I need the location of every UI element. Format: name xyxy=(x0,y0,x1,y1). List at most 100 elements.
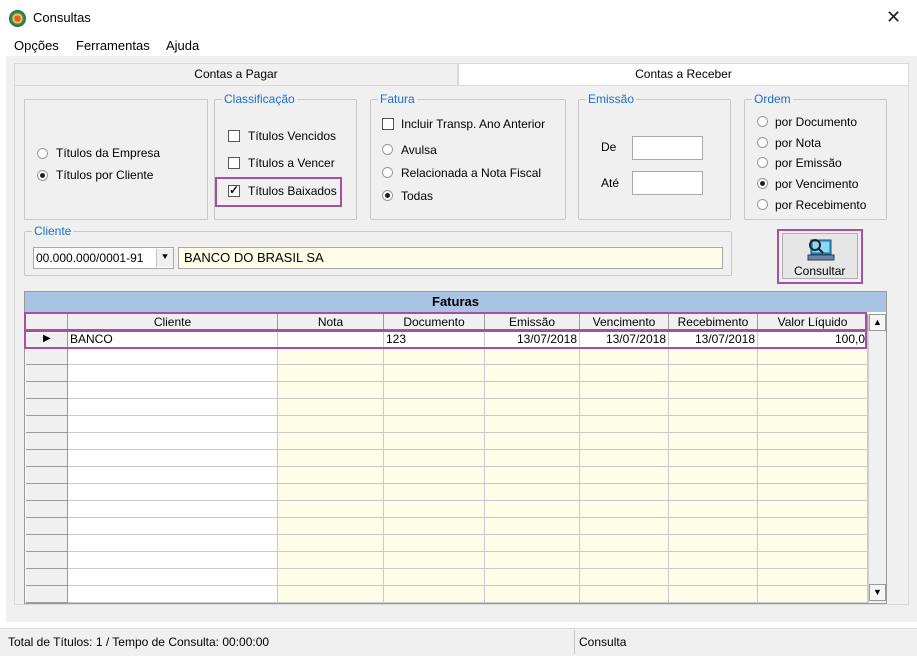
grid-cell-empty[interactable] xyxy=(384,535,485,552)
dropdown-arrow-icon[interactable]: ⯆ xyxy=(156,249,173,267)
emissao-de-input[interactable] xyxy=(632,136,703,160)
checkbox-titulos-baixados[interactable] xyxy=(228,183,240,197)
row-indicator-empty[interactable] xyxy=(26,501,68,518)
grid-cell-empty[interactable] xyxy=(580,569,669,586)
grid-cell-empty[interactable] xyxy=(68,552,278,569)
grid-cell-empty[interactable] xyxy=(669,433,758,450)
grid-cell-empty[interactable] xyxy=(580,501,669,518)
row-indicator-empty[interactable] xyxy=(26,348,68,365)
grid-cell-empty[interactable] xyxy=(278,552,384,569)
grid-cell-empty[interactable] xyxy=(384,450,485,467)
grid-cell-empty[interactable] xyxy=(580,467,669,484)
grid-cell-empty[interactable] xyxy=(580,382,669,399)
grid-cell-empty[interactable] xyxy=(384,467,485,484)
grid-cell-empty[interactable] xyxy=(68,399,278,416)
grid-cell-empty[interactable] xyxy=(278,399,384,416)
scroll-up-icon[interactable]: ▲ xyxy=(869,314,886,331)
grid-cell-empty[interactable] xyxy=(758,416,868,433)
grid-cell-empty[interactable] xyxy=(278,382,384,399)
grid-cell-empty[interactable] xyxy=(278,484,384,501)
row-indicator-empty[interactable] xyxy=(26,467,68,484)
grid-cell-empty[interactable] xyxy=(384,382,485,399)
grid-cell-empty[interactable] xyxy=(68,484,278,501)
grid-cell-empty[interactable] xyxy=(384,569,485,586)
grid-cell-empty[interactable] xyxy=(758,552,868,569)
grid-cell-empty[interactable] xyxy=(384,416,485,433)
radio-titulos-empresa[interactable] xyxy=(37,148,48,159)
grid-cell-empty[interactable] xyxy=(580,348,669,365)
row-indicator-empty[interactable] xyxy=(26,450,68,467)
grid-cell-empty[interactable] xyxy=(278,416,384,433)
grid-cell-empty[interactable] xyxy=(669,484,758,501)
grid-vertical-scrollbar[interactable]: ▲ ▼ xyxy=(868,314,886,603)
grid-cell-empty[interactable] xyxy=(758,518,868,535)
grid-cell-empty[interactable] xyxy=(278,518,384,535)
grid-cell-empty[interactable] xyxy=(278,586,384,603)
grid-cell-empty[interactable] xyxy=(68,518,278,535)
grid-cell-empty[interactable] xyxy=(384,348,485,365)
grid-cell-empty[interactable] xyxy=(758,382,868,399)
grid-cell-empty[interactable] xyxy=(669,501,758,518)
row-indicator-empty[interactable] xyxy=(26,552,68,569)
grid-cell-empty[interactable] xyxy=(384,484,485,501)
grid-cell-empty[interactable] xyxy=(278,450,384,467)
grid-cell-empty[interactable] xyxy=(485,518,580,535)
checkbox-titulos-a-vencer[interactable] xyxy=(228,157,240,169)
grid-cell-empty[interactable] xyxy=(669,569,758,586)
row-indicator-empty[interactable] xyxy=(26,382,68,399)
grid-cell-empty[interactable] xyxy=(485,348,580,365)
menu-ajuda[interactable]: Ajuda xyxy=(166,38,199,53)
grid-cell-empty[interactable] xyxy=(384,586,485,603)
grid-cell-empty[interactable] xyxy=(758,569,868,586)
grid-cell-empty[interactable] xyxy=(669,552,758,569)
grid-cell-empty[interactable] xyxy=(485,552,580,569)
grid-cell-empty[interactable] xyxy=(580,365,669,382)
checkbox-incluir-transp[interactable] xyxy=(382,118,394,130)
tab-contas-a-receber[interactable]: Contas a Receber xyxy=(458,63,909,86)
grid-cell-empty[interactable] xyxy=(68,450,278,467)
grid-cell-empty[interactable] xyxy=(68,382,278,399)
grid-cell-empty[interactable] xyxy=(758,535,868,552)
grid-cell-empty[interactable] xyxy=(758,348,868,365)
menu-opcoes[interactable]: Opções xyxy=(14,38,59,53)
grid-cell-empty[interactable] xyxy=(580,484,669,501)
row-indicator-empty[interactable] xyxy=(26,416,68,433)
scroll-down-icon[interactable]: ▼ xyxy=(869,584,886,601)
grid-cell-empty[interactable] xyxy=(758,365,868,382)
row-indicator-empty[interactable] xyxy=(26,535,68,552)
grid-cell-empty[interactable] xyxy=(669,518,758,535)
emissao-ate-input[interactable] xyxy=(632,171,703,195)
row-indicator-empty[interactable] xyxy=(26,365,68,382)
grid-cell-empty[interactable] xyxy=(278,501,384,518)
grid-cell-empty[interactable] xyxy=(68,348,278,365)
grid-cell-empty[interactable] xyxy=(485,382,580,399)
grid-cell-empty[interactable] xyxy=(68,433,278,450)
grid-cell-empty[interactable] xyxy=(384,399,485,416)
grid-cell-empty[interactable] xyxy=(669,416,758,433)
radio-por-recebimento[interactable] xyxy=(757,199,768,210)
grid-cell-empty[interactable] xyxy=(580,586,669,603)
grid-cell-empty[interactable] xyxy=(669,348,758,365)
grid-cell-empty[interactable] xyxy=(580,416,669,433)
grid-cell-empty[interactable] xyxy=(669,365,758,382)
menu-ferramentas[interactable]: Ferramentas xyxy=(76,38,150,53)
radio-avulsa[interactable] xyxy=(382,144,393,155)
grid-cell-empty[interactable] xyxy=(669,467,758,484)
grid-cell-empty[interactable] xyxy=(485,399,580,416)
grid-cell-empty[interactable] xyxy=(485,569,580,586)
grid-cell-empty[interactable] xyxy=(758,467,868,484)
row-indicator-empty[interactable] xyxy=(26,518,68,535)
grid-cell-empty[interactable] xyxy=(485,501,580,518)
consultar-button[interactable]: Consultar xyxy=(782,233,858,279)
grid-cell-empty[interactable] xyxy=(669,399,758,416)
grid-cell-empty[interactable] xyxy=(669,586,758,603)
grid-cell-empty[interactable] xyxy=(485,484,580,501)
radio-por-vencimento[interactable] xyxy=(757,178,768,189)
grid-cell-empty[interactable] xyxy=(580,433,669,450)
grid-cell-empty[interactable] xyxy=(278,365,384,382)
grid-cell-empty[interactable] xyxy=(384,552,485,569)
radio-titulos-cliente[interactable] xyxy=(37,170,48,181)
grid-cell-empty[interactable] xyxy=(580,450,669,467)
grid-cell-empty[interactable] xyxy=(580,535,669,552)
tab-contas-a-pagar[interactable]: Contas a Pagar xyxy=(14,63,458,86)
